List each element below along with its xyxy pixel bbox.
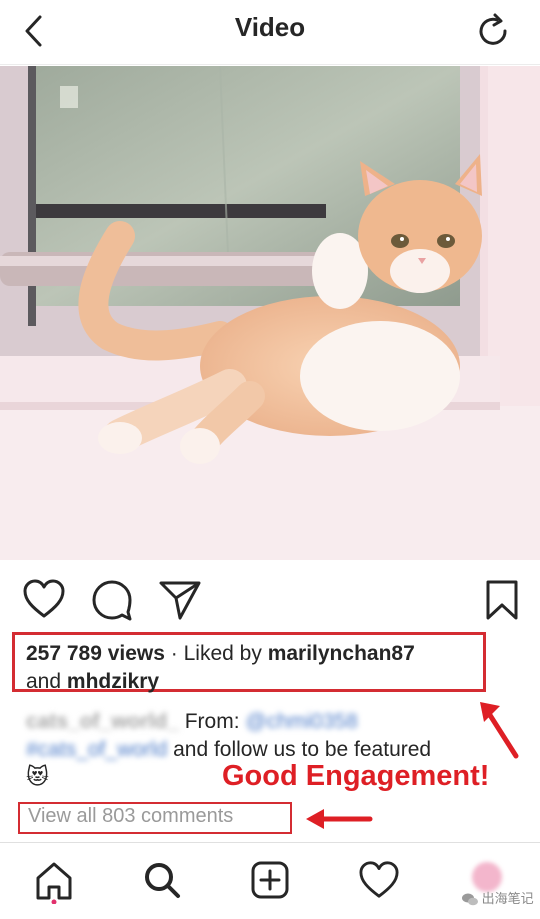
cat-video-frame xyxy=(0,66,540,560)
likes-line-2: and mhdzikry xyxy=(26,670,159,694)
annotation-arrow-up-icon xyxy=(480,702,519,759)
add-icon xyxy=(251,861,289,899)
view-comments-link[interactable]: View all 803 comments xyxy=(28,805,233,828)
bookmark-icon xyxy=(486,580,518,620)
liked-user-link-2[interactable]: mhdzikry xyxy=(67,670,159,693)
save-button[interactable] xyxy=(484,578,520,622)
engagement-annotation: Good Engagement! xyxy=(222,760,490,792)
views-count[interactable]: 257 789 views xyxy=(26,642,165,665)
liked-by-label: · Liked by xyxy=(170,642,262,665)
caption-hashtag-link[interactable]: #cats_of_world xyxy=(26,738,167,761)
caption-line-1: cats_of_world_ From: @chmi0358 xyxy=(26,710,358,734)
nav-add-button[interactable] xyxy=(250,860,290,900)
annotation-arrow-left-icon xyxy=(306,809,373,829)
chevron-left-icon xyxy=(25,15,42,47)
caption-author-link[interactable]: cats_of_world_ xyxy=(26,710,179,733)
search-icon xyxy=(145,863,180,898)
wechat-icon xyxy=(462,893,478,906)
caption-emoji: 😻 xyxy=(26,764,49,789)
share-button[interactable] xyxy=(158,578,202,622)
back-button[interactable] xyxy=(20,14,50,48)
and-label: and xyxy=(26,670,62,693)
nav-home-button[interactable] xyxy=(34,860,74,905)
heart-icon xyxy=(23,579,65,618)
watermark: 出海笔记 xyxy=(462,888,534,907)
liked-user-link[interactable]: marilynchan87 xyxy=(268,642,415,665)
nav-search-button[interactable] xyxy=(142,860,182,900)
caption-mention-link[interactable]: @chmi0358 xyxy=(245,710,357,733)
paper-plane-icon xyxy=(159,581,201,620)
home-icon xyxy=(36,862,72,905)
like-button[interactable] xyxy=(22,578,66,620)
refresh-button[interactable] xyxy=(474,12,512,50)
top-bar xyxy=(0,0,540,65)
activity-heart-icon xyxy=(359,861,399,898)
caption-from-label: From: xyxy=(184,710,240,733)
caption-line-2: #cats_of_world and follow us to be featu… xyxy=(26,738,431,762)
comment-bubble-icon xyxy=(92,580,132,621)
views-likes-line: 257 789 views · Liked by marilynchan87 xyxy=(26,642,415,666)
watermark-text: 出海笔记 xyxy=(481,891,534,906)
refresh-icon xyxy=(479,13,507,45)
comment-button[interactable] xyxy=(90,578,134,622)
nav-activity-button[interactable] xyxy=(358,860,400,900)
caption-text: and follow us to be featured xyxy=(173,738,432,761)
video-media[interactable] xyxy=(0,66,540,560)
